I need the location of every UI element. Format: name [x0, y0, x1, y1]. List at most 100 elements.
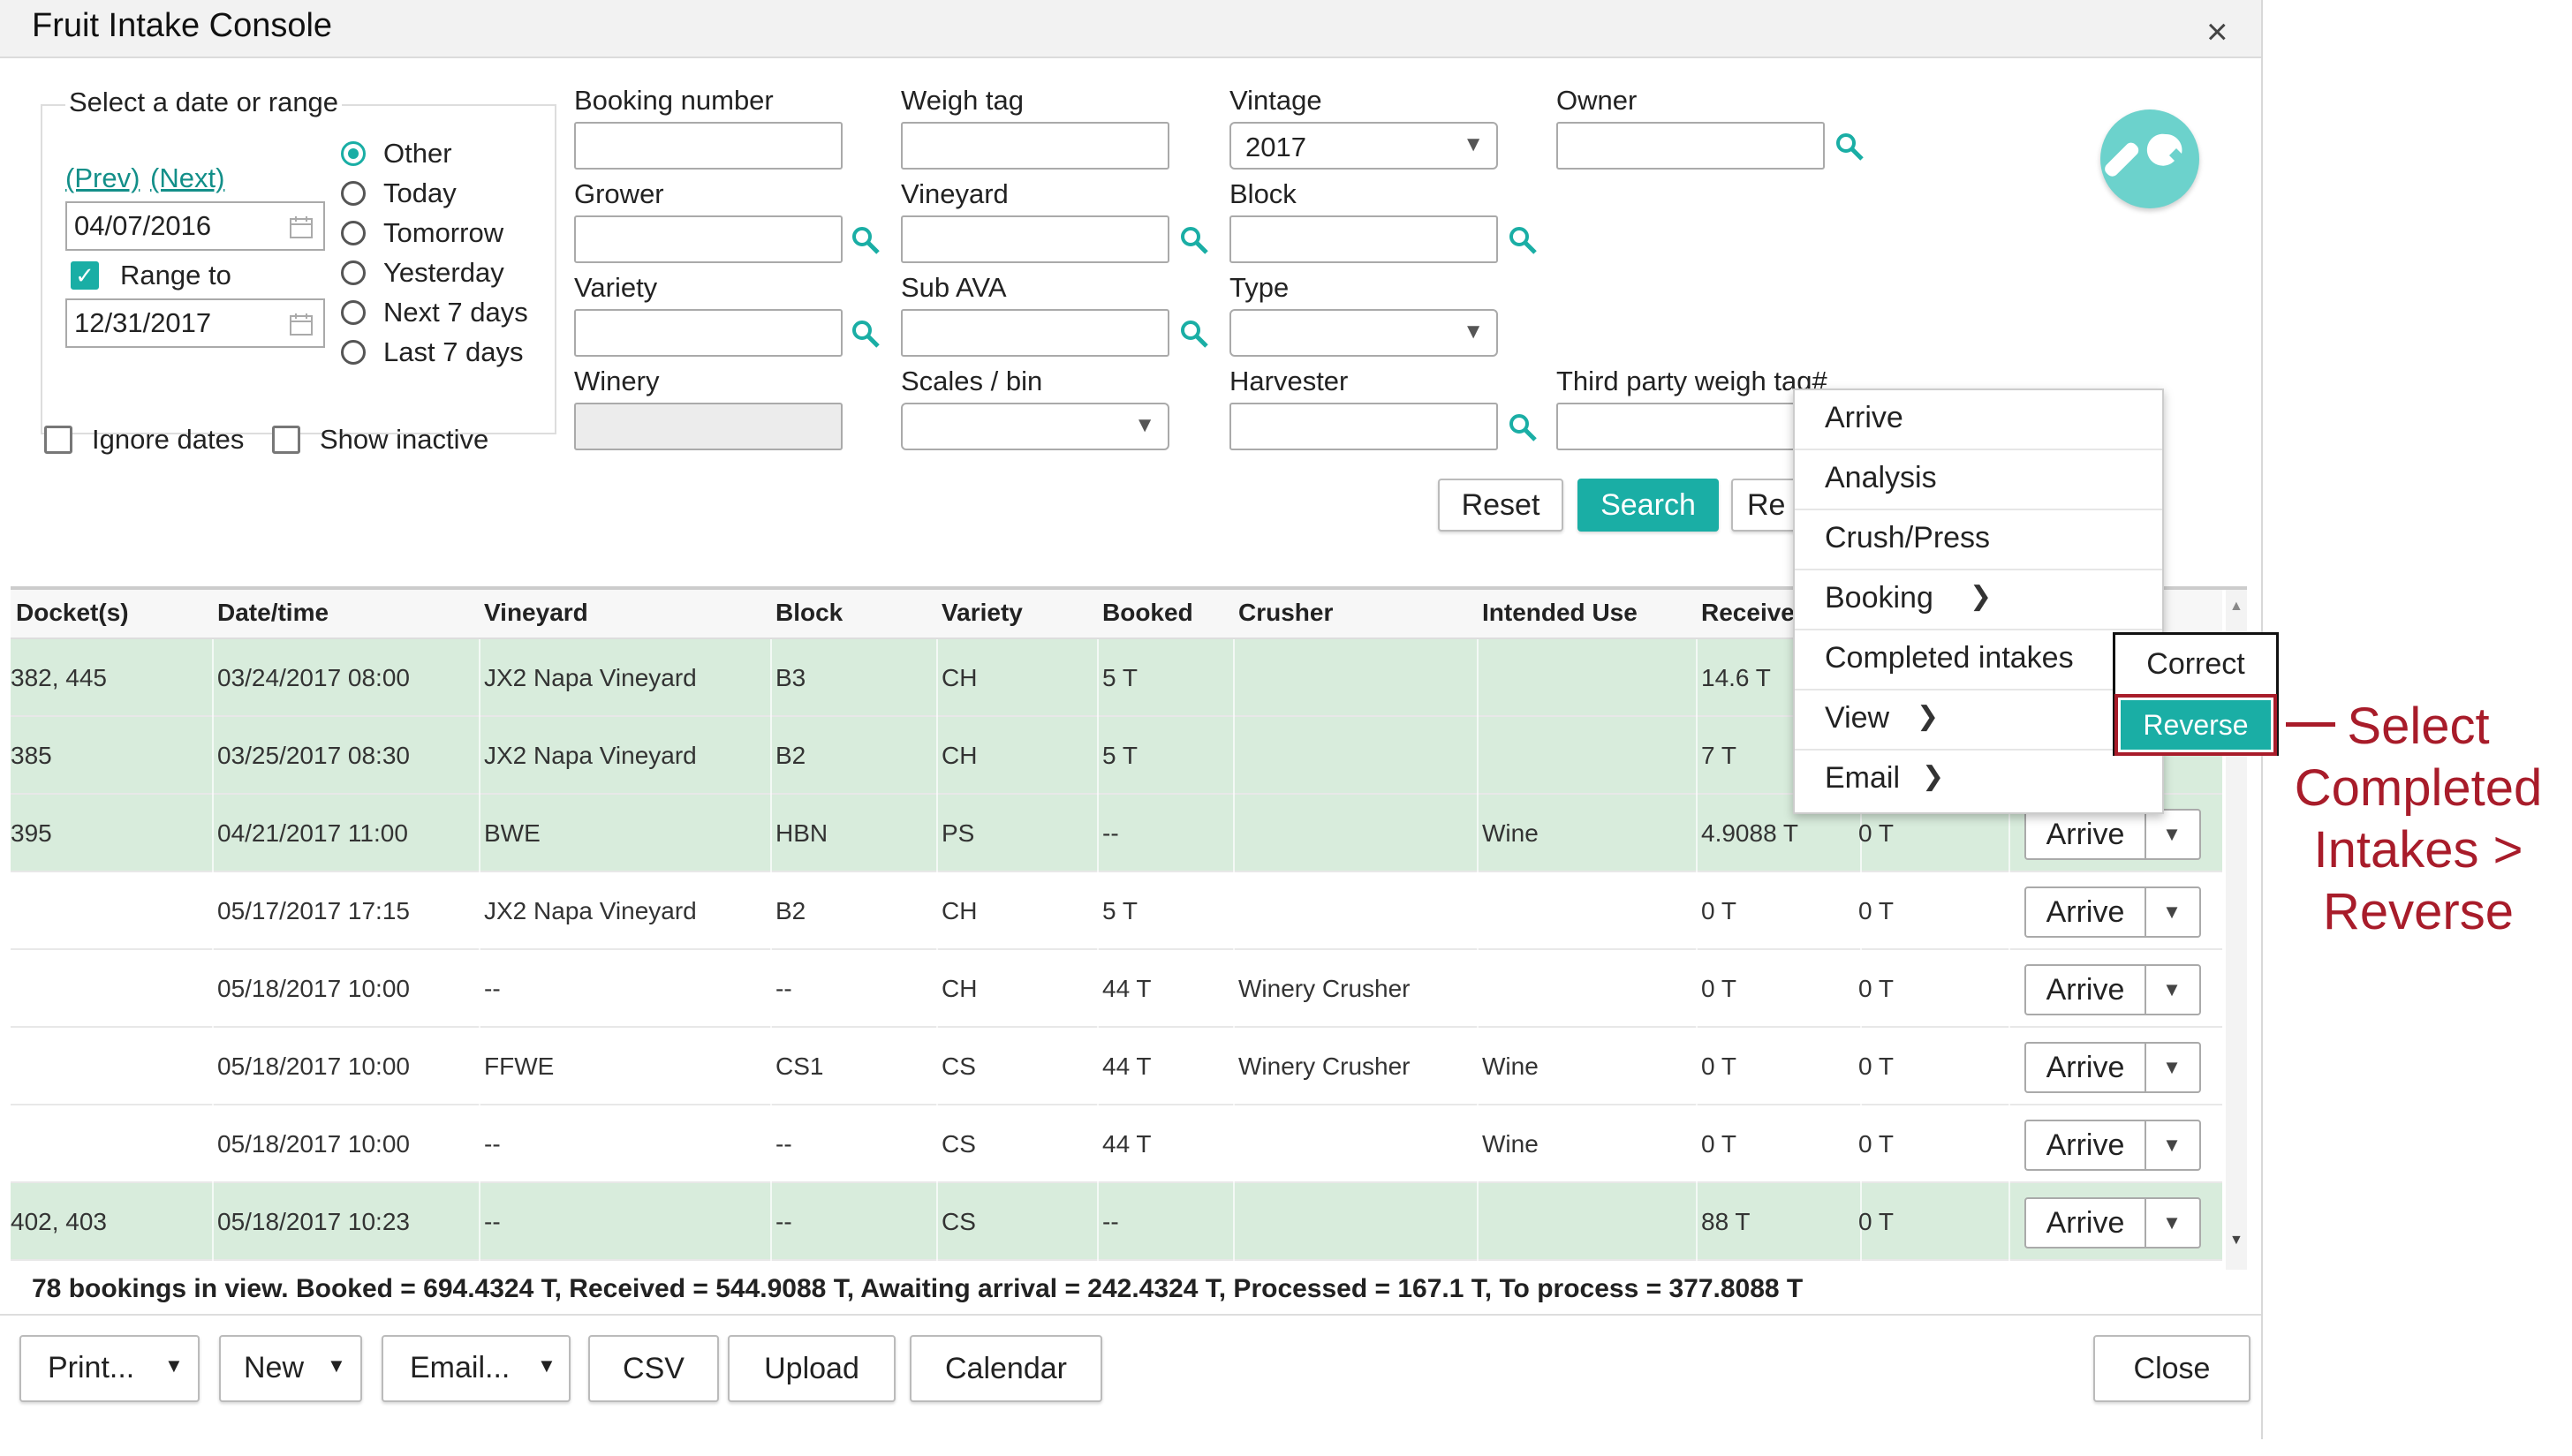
show-inactive-checkbox[interactable] — [272, 426, 300, 454]
table-row[interactable]: 05/17/2017 17:15 JX2 Napa Vineyard B2 CH 5 T… — [11, 872, 2222, 950]
arrive-button[interactable]: Arrive — [2026, 888, 2146, 936]
scroll-down-icon[interactable]: ▼ — [2229, 1233, 2243, 1249]
new-button[interactable]: New ▼ — [219, 1335, 362, 1402]
sub-ava-input[interactable] — [901, 309, 1169, 357]
menu-item-crush-press[interactable]: Crush/Press — [1795, 510, 2162, 570]
weigh-tag-input[interactable] — [901, 122, 1169, 170]
search-icon[interactable] — [1507, 411, 1539, 443]
vintage-select[interactable]: 2017 ▼ — [1229, 122, 1498, 170]
search-icon[interactable] — [1834, 131, 1865, 162]
next-link[interactable]: (Next) — [150, 162, 224, 194]
third-party-weigh-tag-input[interactable] — [1556, 403, 1825, 450]
caret-down-icon[interactable]: ▼ — [2145, 966, 2199, 1014]
caret-down-icon[interactable]: ▼ — [2145, 1121, 2199, 1169]
cell-datetime: 04/21/2017 11:00 — [217, 819, 408, 847]
col-booked[interactable]: Booked — [1102, 599, 1193, 627]
radio-other[interactable] — [341, 141, 366, 166]
submenu-item-reverse[interactable]: Reverse — [2114, 694, 2277, 756]
cell-vineyard: JX2 Napa Vineyard — [484, 897, 697, 924]
radio-today[interactable] — [341, 181, 366, 206]
col-crusher[interactable]: Crusher — [1238, 599, 1333, 627]
ignore-dates-checkbox[interactable] — [44, 426, 72, 454]
grower-input[interactable] — [574, 215, 843, 263]
menu-item-analysis[interactable]: Analysis — [1795, 450, 2162, 510]
col-block[interactable]: Block — [775, 599, 843, 627]
block-input[interactable] — [1229, 215, 1498, 263]
range-to-label: Range to — [120, 260, 231, 290]
arrive-button[interactable]: Arrive — [2026, 811, 2146, 858]
arrive-split-button[interactable]: Arrive ▼ — [2024, 1197, 2201, 1249]
col-variety[interactable]: Variety — [942, 599, 1023, 627]
table-row[interactable]: 05/18/2017 10:00 -- -- CH 44 T Winery Crusher… — [11, 950, 2222, 1028]
submenu-item-correct[interactable]: Correct — [2115, 635, 2276, 693]
search-icon[interactable] — [850, 224, 881, 256]
prev-link[interactable]: (Prev) — [65, 162, 140, 194]
col-datetime[interactable]: Date/time — [217, 599, 329, 627]
column-divider — [1097, 639, 1099, 717]
arrive-split-button[interactable]: Arrive ▼ — [2024, 1120, 2201, 1171]
col-intended-use[interactable]: Intended Use — [1482, 599, 1638, 627]
search-button[interactable]: Search — [1577, 479, 1719, 532]
menu-item-email[interactable]: Email ❯ — [1795, 751, 2162, 811]
owner-label: Owner — [1556, 85, 1638, 116]
table-row[interactable]: 05/18/2017 10:00 -- -- CS 44 T Wine 0 T 0 T Arri… — [11, 1105, 2222, 1183]
column-divider — [1477, 1028, 1479, 1105]
column-divider — [770, 1105, 772, 1183]
vineyard-input[interactable] — [901, 215, 1169, 263]
col-vineyard[interactable]: Vineyard — [484, 599, 588, 627]
radio-yesterday[interactable] — [341, 260, 366, 285]
radio-next-7-days[interactable] — [341, 300, 366, 325]
menu-item-completed-intakes[interactable]: Completed intakes — [1795, 630, 2162, 690]
column-divider — [1696, 1183, 1698, 1261]
column-divider — [1477, 1105, 1479, 1183]
arrive-split-button[interactable]: Arrive ▼ — [2024, 964, 2201, 1015]
col-received[interactable]: Receive — [1701, 599, 1795, 627]
caret-down-icon[interactable]: ▼ — [2145, 1199, 2199, 1247]
menu-item-arrive[interactable]: Arrive — [1795, 390, 2162, 450]
owner-input[interactable] — [1556, 122, 1825, 170]
radio-tomorrow[interactable] — [341, 221, 366, 245]
calendar-icon[interactable] — [288, 311, 314, 337]
range-to-checkbox[interactable]: ✓ — [71, 261, 99, 290]
caret-down-icon[interactable]: ▼ — [2145, 811, 2199, 858]
search-icon[interactable] — [1178, 318, 1210, 350]
print-button[interactable]: Print... ▼ — [19, 1335, 200, 1402]
csv-button[interactable]: CSV — [588, 1335, 719, 1402]
menu-item-view[interactable]: View ❯ — [1795, 690, 2162, 751]
upload-button[interactable]: Upload — [728, 1335, 896, 1402]
search-icon[interactable] — [1178, 224, 1210, 256]
table-row[interactable]: 05/18/2017 10:00 FFWE CS1 CS 44 T Winery Crus… — [11, 1028, 2222, 1105]
booking-number-input[interactable] — [574, 122, 843, 170]
column-divider — [2008, 872, 2010, 950]
caret-down-icon[interactable]: ▼ — [2145, 888, 2199, 936]
tools-button[interactable] — [2100, 109, 2199, 208]
arrive-split-button[interactable]: Arrive ▼ — [2024, 809, 2201, 860]
arrive-button[interactable]: Arrive — [2026, 1044, 2146, 1091]
arrive-button[interactable]: Arrive — [2026, 1199, 2146, 1247]
reset-button[interactable]: Reset — [1438, 479, 1563, 532]
table-row[interactable]: 402, 403 05/18/2017 10:23 -- -- CS -- 88 T 0 T A… — [11, 1183, 2222, 1261]
search-icon[interactable] — [850, 318, 881, 350]
close-button[interactable]: Close — [2093, 1335, 2250, 1402]
column-divider — [479, 872, 480, 950]
scales-bin-select[interactable]: ▼ — [901, 403, 1169, 450]
close-icon[interactable]: × — [2206, 11, 2228, 53]
scroll-up-icon[interactable]: ▲ — [2229, 599, 2243, 615]
from-date-field[interactable]: 04/07/2016 — [65, 201, 325, 251]
search-icon[interactable] — [1507, 224, 1539, 256]
arrive-button[interactable]: Arrive — [2026, 966, 2146, 1014]
variety-input[interactable] — [574, 309, 843, 357]
menu-item-booking[interactable]: Booking ❯ — [1795, 570, 2162, 630]
calendar-button[interactable]: Calendar — [910, 1335, 1102, 1402]
type-select[interactable]: ▼ — [1229, 309, 1498, 357]
email-button[interactable]: Email... ▼ — [382, 1335, 571, 1402]
col-dockets[interactable]: Docket(s) — [16, 599, 129, 627]
caret-down-icon[interactable]: ▼ — [2145, 1044, 2199, 1091]
arrive-split-button[interactable]: Arrive ▼ — [2024, 1042, 2201, 1093]
arrive-split-button[interactable]: Arrive ▼ — [2024, 886, 2201, 938]
radio-last-7-days[interactable] — [341, 340, 366, 365]
harvester-input[interactable] — [1229, 403, 1498, 450]
to-date-field[interactable]: 12/31/2017 — [65, 298, 325, 348]
arrive-button[interactable]: Arrive — [2026, 1121, 2146, 1169]
calendar-icon[interactable] — [288, 214, 314, 240]
